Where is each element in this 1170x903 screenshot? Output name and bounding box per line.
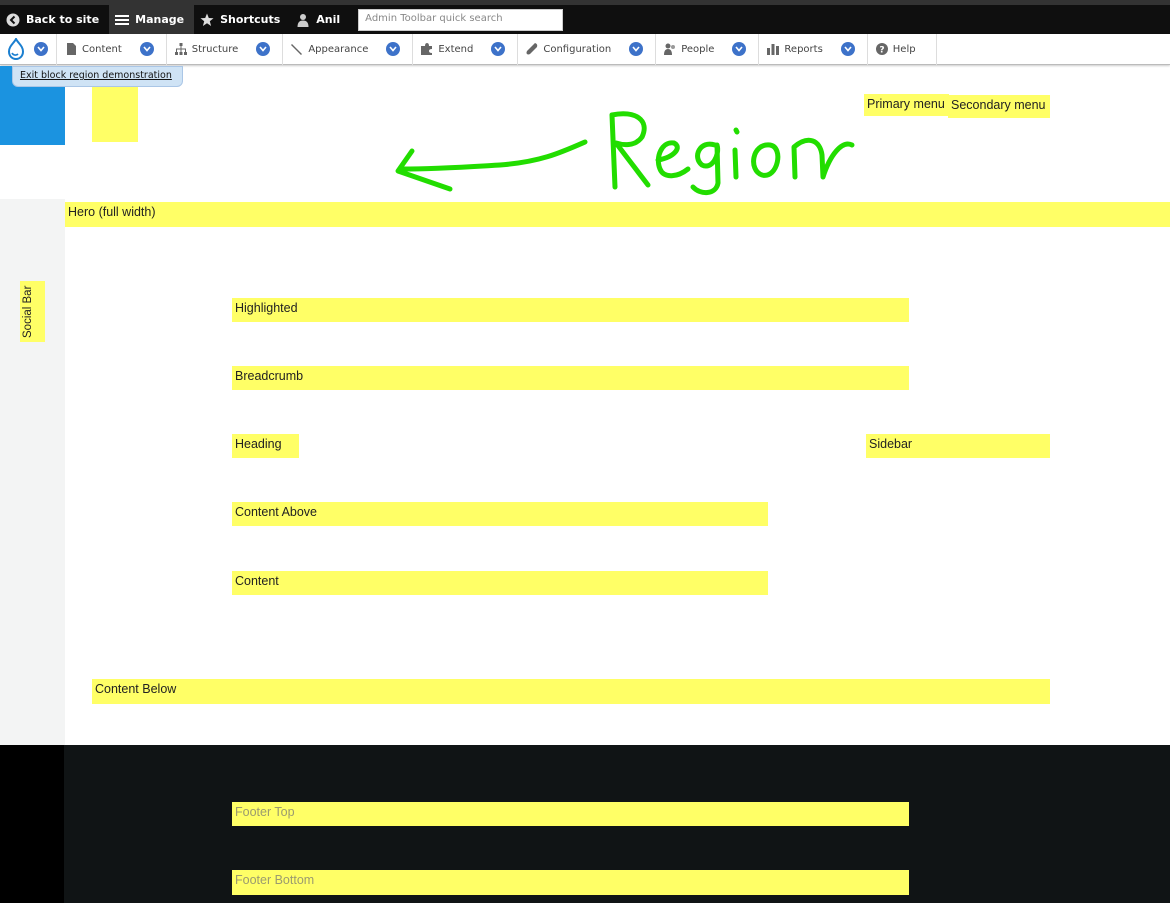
content-below-region: Content Below xyxy=(92,679,1050,704)
tray-item-label: Structure xyxy=(191,43,239,55)
chevron-down-icon[interactable] xyxy=(386,42,401,56)
admin-toolbar: Back to site Manage Shortcuts Anil Admin… xyxy=(0,0,1170,34)
structure-icon xyxy=(174,43,187,55)
sidebar-region: Sidebar xyxy=(866,434,1050,458)
admin-toolbar-search-input[interactable]: Admin Toolbar quick search xyxy=(358,8,564,31)
configuration-icon xyxy=(526,43,538,55)
people-icon xyxy=(664,43,676,55)
hamburger-icon xyxy=(115,13,130,27)
chevron-down-icon[interactable] xyxy=(34,42,48,56)
tray-item-extend[interactable]: Extend xyxy=(412,33,517,65)
back-arrow-icon xyxy=(6,13,20,27)
drupal-logo-icon[interactable] xyxy=(0,34,32,65)
star-icon xyxy=(200,13,214,27)
exit-block-demo-link[interactable]: Exit block region demonstration xyxy=(12,66,183,87)
region-annotation-drawing xyxy=(390,85,860,204)
hero-region: Hero (full width) xyxy=(65,202,1170,227)
breadcrumb-region: Breadcrumb xyxy=(232,366,909,390)
user-tab[interactable]: Anil xyxy=(290,5,350,34)
tray-item-content[interactable]: Content xyxy=(56,33,166,65)
tray-item-label: Appearance xyxy=(308,43,369,55)
footer-gutter xyxy=(0,745,64,903)
user-icon xyxy=(296,13,310,27)
tray-item-label: Configuration xyxy=(543,43,612,55)
manage-tab[interactable]: Manage xyxy=(109,5,195,34)
social-bar-region: Social Bar xyxy=(20,281,45,342)
tray-item-appearance[interactable]: Appearance xyxy=(282,33,412,65)
shortcuts-tab[interactable]: Shortcuts xyxy=(194,5,290,34)
content-above-region: Content Above xyxy=(232,502,768,526)
reports-icon xyxy=(767,43,780,55)
heading-region: Heading xyxy=(232,434,299,458)
tray-item-structure[interactable]: Structure xyxy=(165,33,283,65)
secondary-menu-region: Secondary menu xyxy=(948,95,1050,118)
tray-item-label: Content xyxy=(82,43,122,55)
tray-item-configuration[interactable]: Configuration xyxy=(517,33,655,65)
chevron-down-icon[interactable] xyxy=(629,42,644,56)
search-placeholder: Admin Toolbar quick search xyxy=(365,12,503,24)
user-label: Anil xyxy=(316,13,341,26)
tray-item-label: People xyxy=(681,43,715,55)
content-region: Content xyxy=(232,571,768,595)
tray-item-label: Help xyxy=(892,43,916,55)
tray-item-label: Reports xyxy=(784,43,823,55)
shortcuts-label: Shortcuts xyxy=(220,13,281,26)
chevron-down-icon[interactable] xyxy=(732,42,747,56)
tray-item-help[interactable]: ? Help xyxy=(866,33,937,65)
footer-bottom-region: Footer Bottom xyxy=(232,870,909,895)
chevron-down-icon[interactable] xyxy=(139,42,154,56)
primary-menu-region: Primary menu xyxy=(864,94,949,116)
tray-item-people[interactable]: People xyxy=(655,33,758,65)
tray-item-reports[interactable]: Reports xyxy=(758,33,866,65)
svg-text:?: ? xyxy=(879,46,884,56)
appearance-icon xyxy=(291,43,303,55)
help-icon: ? xyxy=(875,43,888,56)
footer-top-region: Footer Top xyxy=(232,802,909,826)
back-to-site-label: Back to site xyxy=(26,13,100,26)
tray-item-label: Extend xyxy=(438,43,474,55)
extend-icon xyxy=(421,43,433,55)
highlighted-region: Highlighted xyxy=(232,298,909,322)
chevron-down-icon[interactable] xyxy=(491,42,506,56)
manage-label: Manage xyxy=(135,13,185,26)
manage-tray: Content Structure Appearance Extend Conf… xyxy=(0,33,1170,65)
content-icon xyxy=(65,43,77,55)
chevron-down-icon[interactable] xyxy=(256,42,271,56)
chevron-down-icon[interactable] xyxy=(840,42,855,56)
back-to-site-link[interactable]: Back to site xyxy=(0,5,109,34)
header-region xyxy=(92,87,138,142)
